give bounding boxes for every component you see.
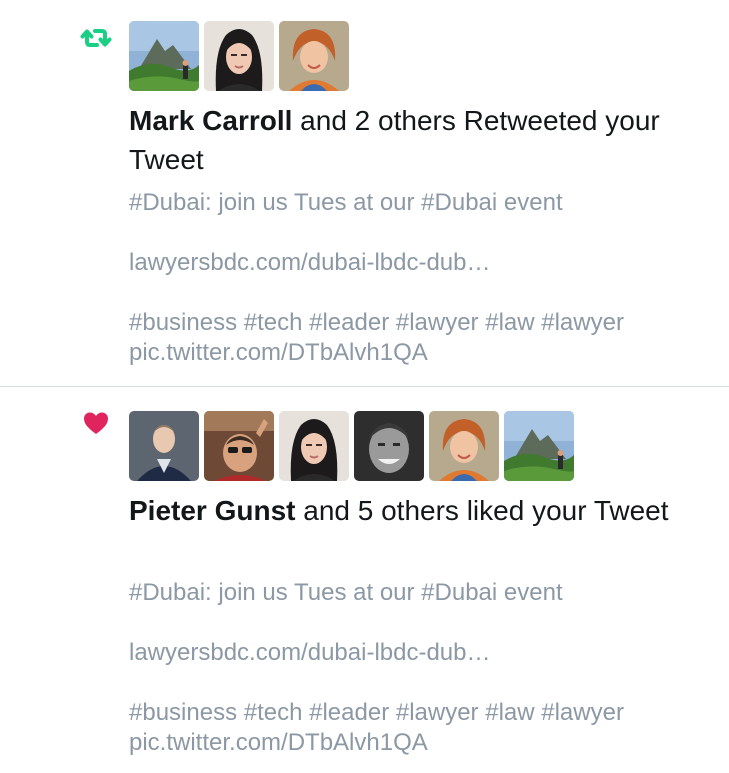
tweet-text: #Dubai: join us Tues at our #Dubai event	[129, 189, 563, 216]
avatar-group	[129, 411, 574, 481]
retweet-icon	[80, 22, 112, 54]
avatar[interactable]	[279, 21, 349, 91]
tweet-pic-link[interactable]: pic.twitter.com/DTbAlvh1QA	[129, 728, 719, 758]
heart-icon	[82, 409, 114, 441]
tweet-preview[interactable]: #Dubai: join us Tues at our #Dubai event…	[129, 578, 719, 758]
avatar[interactable]	[354, 411, 424, 481]
avatar[interactable]	[204, 411, 274, 481]
tweet-link[interactable]: lawyersbdc.com/dubai-lbdc-dub…	[129, 638, 719, 668]
avatar[interactable]	[129, 411, 199, 481]
avatar[interactable]	[504, 411, 574, 481]
tweet-hashtags: #business #tech #leader #lawyer #law #la…	[129, 699, 624, 726]
tweet-preview[interactable]: #Dubai: join us Tues at our #Dubai event…	[129, 188, 719, 368]
notification-retweet[interactable]: Mark Carroll and 2 others Retweeted your…	[0, 0, 729, 386]
tweet-pic-link[interactable]: pic.twitter.com/DTbAlvh1QA	[129, 338, 719, 368]
action-text: and 5 others liked your Tweet	[295, 495, 669, 526]
avatar[interactable]	[129, 21, 199, 91]
tweet-link[interactable]: lawyersbdc.com/dubai-lbdc-dub…	[129, 248, 719, 278]
tweet-hashtags: #business #tech #leader #lawyer #law #la…	[129, 309, 624, 336]
avatar[interactable]	[429, 411, 499, 481]
avatar[interactable]	[279, 411, 349, 481]
tweet-text: #Dubai: join us Tues at our #Dubai event	[129, 579, 563, 606]
notification-headline: Pieter Gunst and 5 others liked your Twe…	[129, 491, 709, 530]
notification-headline: Mark Carroll and 2 others Retweeted your…	[129, 101, 709, 179]
avatar[interactable]	[204, 21, 274, 91]
avatar-group	[129, 21, 349, 91]
notification-like[interactable]: Pieter Gunst and 5 others liked your Twe…	[0, 387, 729, 773]
actor-name[interactable]: Pieter Gunst	[129, 495, 295, 526]
actor-name[interactable]: Mark Carroll	[129, 105, 292, 136]
